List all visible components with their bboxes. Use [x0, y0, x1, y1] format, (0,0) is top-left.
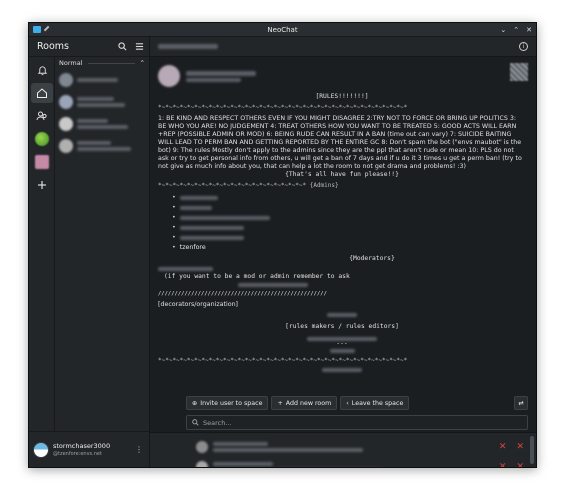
plus-icon: +: [277, 399, 283, 407]
sidebar: Rooms Normal ⌃ stormchaser3000 @tzenfore…: [29, 37, 150, 467]
maximize-icon[interactable]: ⌃: [513, 26, 519, 34]
mod-note: (if you want to be a mod or admin rememb…: [164, 273, 350, 280]
sidebar-title: Rooms: [37, 41, 70, 52]
home-icon[interactable]: [31, 83, 53, 103]
room-request-list: ✕ ✕ ✕ ✕ ✕ ✓: [150, 432, 536, 467]
main-panel: i [RULES!!!!!!!] *~*~*~*~*~*~*~*~*~*~*~*…: [150, 37, 536, 467]
settings-icon: ⇄: [518, 399, 524, 407]
settings-button[interactable]: ⇄: [514, 396, 528, 410]
admins-header: *~*~*~*~*~*~*~*~*~*~*~*~*~*~*~*~*~*~*~*~…: [158, 182, 339, 189]
add-room-label: Add new room: [285, 399, 332, 407]
space-avatar: [158, 65, 180, 87]
notifications-icon[interactable]: [31, 60, 53, 80]
room-item[interactable]: [55, 69, 149, 91]
sidebar-header: Rooms: [29, 37, 149, 57]
list-item[interactable]: ✕ ✕: [150, 437, 536, 457]
list-item: tzenfore: [172, 243, 526, 253]
chevron-up-icon[interactable]: ⌃: [140, 59, 145, 67]
user-id: @tzenfore:envs.net: [53, 451, 102, 457]
admin-name: tzenfore: [179, 244, 206, 251]
close-icon[interactable]: ✕: [499, 442, 507, 452]
add-space-icon[interactable]: [31, 175, 53, 195]
room-item[interactable]: [55, 113, 149, 135]
user-bar[interactable]: stormchaser3000 @tzenfore:envs.net ⋮: [29, 431, 149, 467]
more-options-icon[interactable]: ⋮: [135, 445, 143, 454]
search-icon[interactable]: [115, 40, 129, 54]
leave-space-button[interactable]: ‹ Leave the space: [340, 396, 410, 410]
list-item: [172, 223, 526, 233]
admin-list: tzenfore: [172, 193, 526, 253]
list-item: [172, 233, 526, 243]
rules-title: [RULES!!!!!!!]: [315, 93, 369, 100]
search-placeholder: Search...: [203, 418, 232, 427]
list-item: [172, 213, 526, 223]
title-bar: NeoChat ⌄ ⌃ ✕: [29, 23, 536, 37]
space-qr-code: [510, 63, 528, 81]
room-item[interactable]: [55, 91, 149, 113]
add-user-icon: ⊕: [192, 399, 198, 407]
space-avatar-green[interactable]: [31, 129, 53, 149]
space-avatar-pink[interactable]: [31, 152, 53, 172]
user-name: stormchaser3000: [53, 442, 111, 450]
leave-label: Leave the space: [351, 399, 404, 407]
spaces-drawer: [29, 57, 55, 431]
section-normal[interactable]: Normal ⌃: [55, 57, 149, 69]
search-icon: [192, 419, 199, 426]
close-icon[interactable]: ✕: [516, 442, 524, 452]
close-icon[interactable]: ✕: [516, 462, 524, 467]
fun-line: {That's all have fun please!!}: [285, 171, 399, 178]
invite-label: Invite user to space: [200, 399, 263, 407]
scrollbar[interactable]: [530, 436, 534, 464]
avatar[interactable]: [33, 441, 49, 458]
search-input[interactable]: Search...: [186, 415, 528, 430]
add-room-button[interactable]: + Add new room: [271, 396, 338, 410]
room-list: Normal ⌃: [55, 57, 149, 431]
minimize-icon[interactable]: ⌄: [500, 26, 506, 34]
space-actions: ⊕ Invite user to space + Add new room ‹ …: [186, 395, 536, 411]
info-icon[interactable]: i: [519, 42, 528, 51]
menu-icon[interactable]: [132, 40, 146, 54]
app-window: NeoChat ⌄ ⌃ ✕ Rooms Normal ⌃ stormchaser…: [28, 22, 537, 468]
slash-separator: ////////////////////////////////////////…: [158, 291, 327, 297]
rules-makers-label: [rules makers / rules editors]: [285, 323, 399, 330]
chevron-left-icon: ‹: [346, 399, 349, 407]
separator: *~*~*~*~*~*~*~*~*~*~*~*~*~*~*~*~*~*~*~*~…: [158, 104, 408, 111]
room-item[interactable]: [55, 135, 149, 157]
list-item: [172, 203, 526, 213]
decorators-label: [decorators/organization]: [158, 301, 239, 308]
list-item: [172, 193, 526, 203]
list-item[interactable]: ✕ ✕: [150, 457, 536, 467]
room-header: i: [150, 37, 536, 57]
close-icon[interactable]: ✕: [499, 462, 507, 467]
space-topic: [RULES!!!!!!!] *~*~*~*~*~*~*~*~*~*~*~*~*…: [150, 57, 536, 402]
rules-text: 1: BE KIND AND RESPECT OTHERS EVEN IF YO…: [158, 115, 522, 170]
invite-user-button[interactable]: ⊕ Invite user to space: [186, 396, 269, 410]
people-icon[interactable]: [31, 106, 53, 126]
dash-separator: ---: [336, 340, 348, 347]
window-title: NeoChat: [267, 25, 298, 34]
separator-bottom: *~*~*~*~*~*~*~*~*~*~*~*~*~*~*~*~*~*~*~*~…: [158, 357, 408, 364]
room-title: [158, 44, 218, 49]
moderators-header: {Moderators}: [349, 255, 395, 262]
close-icon[interactable]: ✕: [526, 26, 532, 34]
section-label: Normal: [59, 59, 83, 67]
